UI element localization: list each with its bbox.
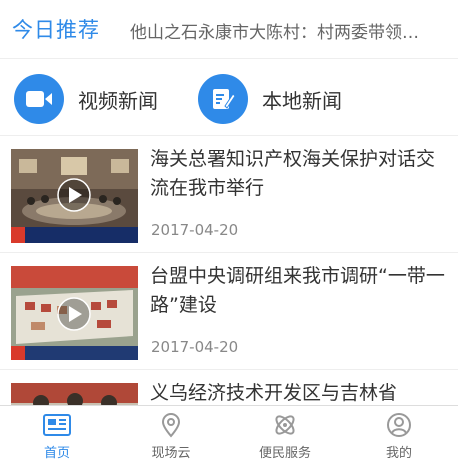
top-bar: 今日推荐 他山之石永康市大陈村：村两委带领… <box>0 0 458 59</box>
tab-label: 便民服务 <box>258 446 311 461</box>
headline-ticker[interactable]: 他山之石永康市大陈村：村两委带领… <box>130 18 452 43</box>
home-news-icon <box>43 414 71 436</box>
video-news-label: 视频新闻 <box>78 88 158 113</box>
user-profile-icon <box>387 413 411 437</box>
video-news-entry[interactable]: 视频新闻 <box>14 74 158 124</box>
news-date: 2017-04-20 <box>151 221 239 239</box>
tab-label: 首页 <box>43 446 70 461</box>
news-thumbnail <box>11 383 138 405</box>
local-news-label: 本地新闻 <box>262 88 342 113</box>
tab-home[interactable]: 首页 <box>0 406 114 466</box>
news-date: 2017-04-20 <box>151 338 239 356</box>
tab-label: 现场云 <box>151 446 191 461</box>
local-news-entry[interactable]: 本地新闻 <box>198 74 342 124</box>
tab-profile[interactable]: 我的 <box>342 406 456 466</box>
news-title: 海关总署知识产权海关保护对话交流在我市举行 <box>150 148 436 199</box>
news-thumbnail <box>11 266 138 360</box>
news-title: 台盟中央调研组来我市调研“一带一路”建设 <box>150 265 445 316</box>
video-camera-icon <box>14 74 64 124</box>
edit-document-icon <box>198 74 248 124</box>
location-pin-icon <box>161 413 181 438</box>
news-thumbnail <box>11 149 138 243</box>
tab-label: 我的 <box>385 446 412 461</box>
bottom-tab-bar: 首页 现场云 便民服务 我的 <box>0 405 458 466</box>
section-title: 今日推荐 <box>12 18 100 42</box>
news-item[interactable]: 海关总署知识产权海关保护对话交流在我市举行 2017-04-20 <box>0 137 458 253</box>
tab-live-cloud[interactable]: 现场云 <box>114 406 228 466</box>
tab-services[interactable]: 便民服务 <box>228 406 342 466</box>
orbit-icon <box>275 415 295 435</box>
news-title: 义乌经济技术开发区与吉林省 <box>150 382 398 404</box>
news-item[interactable]: 义乌经济技术开发区与吉林省 <box>0 371 458 405</box>
quick-entries: 视频新闻 本地新闻 <box>0 60 458 136</box>
news-list: 海关总署知识产权海关保护对话交流在我市举行 2017-04-20 台盟中央调研组… <box>0 137 458 405</box>
news-item[interactable]: 台盟中央调研组来我市调研“一带一路”建设 2017-04-20 <box>0 254 458 370</box>
